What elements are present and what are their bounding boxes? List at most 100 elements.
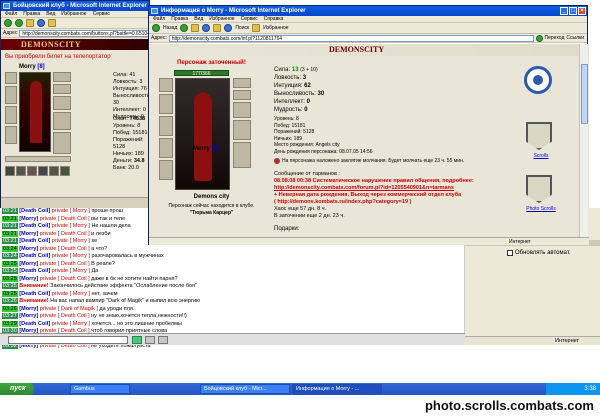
equip-slot[interactable] xyxy=(53,132,71,154)
inventory-item[interactable] xyxy=(16,166,26,176)
message-link2[interactable]: ( http://demons.kombats.ru/index.php?cat… xyxy=(274,199,509,206)
chat-sender[interactable]: Внимание! xyxy=(19,298,48,304)
equip-slot[interactable] xyxy=(233,142,251,168)
refresh-icon[interactable] xyxy=(202,24,211,32)
photo-scrolls-link[interactable]: Photo Scrolls xyxy=(519,206,563,212)
equip-slot[interactable] xyxy=(53,84,71,94)
left-menu-favorites[interactable]: Избранное xyxy=(61,11,86,17)
chat-sender[interactable]: [Death Coil] xyxy=(19,223,50,229)
equip-slot[interactable] xyxy=(53,72,71,82)
inventory-item[interactable] xyxy=(60,166,70,176)
left-avatar[interactable] xyxy=(19,72,51,152)
taskbar-item-info[interactable]: Информация о Morry - ... xyxy=(292,384,382,394)
chat-sender[interactable]: [Morry] xyxy=(19,231,38,237)
chat-sender[interactable]: [Death Coil] xyxy=(19,291,50,297)
chat-sender[interactable]: [Death Coil] xyxy=(19,321,50,327)
send-icon[interactable] xyxy=(132,336,142,344)
chat-sender[interactable]: [Morry] xyxy=(19,261,38,267)
equip-slot[interactable] xyxy=(5,126,17,144)
chat-sender[interactable]: [Death Coil] xyxy=(19,268,50,274)
scroll-thumb[interactable] xyxy=(581,64,588,124)
equip-slot[interactable] xyxy=(233,120,251,140)
maximize-button[interactable]: □ xyxy=(569,7,577,15)
go-button[interactable]: Переход xyxy=(545,35,565,41)
auto-refresh-checkbox[interactable] xyxy=(507,250,513,256)
chat-private[interactable]: private [ Morry ] xyxy=(52,223,90,229)
left-char-name[interactable]: Morry [8] xyxy=(19,64,45,70)
home-icon[interactable] xyxy=(213,24,222,32)
scrolls-shield-icon[interactable] xyxy=(526,122,552,150)
inventory-item[interactable] xyxy=(49,166,59,176)
search-label[interactable]: Поиск xyxy=(235,25,249,31)
chat-private[interactable]: private [ Morry ] xyxy=(52,291,90,297)
equip-slot[interactable] xyxy=(5,72,17,84)
photo-scrolls-shield-icon[interactable] xyxy=(526,175,552,203)
equip-slot[interactable] xyxy=(159,94,173,114)
chat-private[interactable]: private [ Morry ] xyxy=(52,321,90,327)
chat-sender[interactable]: [Death Coil] xyxy=(19,253,50,259)
info-address-input[interactable]: http://demonscity.combats.com/inf.pl?112… xyxy=(168,34,534,42)
info-menu-file[interactable]: Файл xyxy=(153,16,165,22)
filter-icon[interactable] xyxy=(158,336,168,344)
equip-slot[interactable] xyxy=(233,90,251,100)
search-icon[interactable] xyxy=(224,24,233,32)
chat-private[interactable]: private [ Death Coil ] xyxy=(40,261,90,267)
back-icon[interactable] xyxy=(4,19,12,27)
start-button[interactable]: пуск xyxy=(0,383,34,395)
refresh-icon[interactable] xyxy=(37,19,45,27)
links-label[interactable]: Ссылки xyxy=(566,35,587,41)
chat-private[interactable]: private [ Death Coil ] xyxy=(40,313,90,319)
chat-private[interactable]: private [ Death Coil ] xyxy=(40,276,90,282)
equip-slot[interactable] xyxy=(53,96,71,110)
equip-slot[interactable] xyxy=(159,78,173,92)
equip-slot[interactable] xyxy=(5,106,17,124)
scrolls-link[interactable]: Scrolls xyxy=(524,153,558,159)
left-address-input[interactable]: http://demonscity.combats.com/buttons.pl… xyxy=(19,29,149,37)
chat-private[interactable]: private [ Dark of Magik ] xyxy=(40,306,98,312)
equip-slot[interactable] xyxy=(159,138,173,158)
equip-slot[interactable] xyxy=(233,78,251,88)
inventory-item[interactable] xyxy=(5,166,15,176)
chat-private[interactable]: private [ Death Coil ] xyxy=(40,246,90,252)
chat-input[interactable] xyxy=(8,336,128,344)
chat-sender[interactable]: Внимание! xyxy=(19,283,48,289)
equip-slot[interactable] xyxy=(159,160,173,180)
forward-icon[interactable] xyxy=(15,19,23,27)
close-button[interactable]: × xyxy=(578,7,586,15)
chat-sender[interactable]: [Morry] xyxy=(19,216,38,222)
equip-slot[interactable] xyxy=(53,112,71,130)
taskbar-item-combat-club[interactable]: Бойцовский клуб - Micr... xyxy=(200,384,290,394)
info-menu-favorites[interactable]: Избранное xyxy=(209,16,234,22)
clock[interactable]: 3:38 xyxy=(584,386,596,392)
auto-refresh[interactable]: Обновлять автомат. xyxy=(507,250,571,256)
chat-private[interactable]: private [ Death Coil ] xyxy=(40,216,90,222)
info-menu-help[interactable]: Справка xyxy=(264,16,284,22)
chat-sender[interactable]: [Morry] xyxy=(19,276,38,282)
message-link[interactable]: http://demonscity.combats.com/forum.pl?i… xyxy=(274,185,454,191)
chat-private[interactable]: private [ Morry ] xyxy=(52,208,90,214)
inventory-item[interactable] xyxy=(27,166,37,176)
forward-icon[interactable] xyxy=(180,24,189,32)
belt-row[interactable] xyxy=(5,156,71,162)
info-menu-edit[interactable]: Правка xyxy=(171,16,188,22)
chat-private[interactable]: private [ Morry ] xyxy=(52,238,90,244)
clan-emblem-icon[interactable] xyxy=(524,66,552,94)
chat-sender[interactable]: [Morry] xyxy=(19,306,38,312)
stop-icon[interactable] xyxy=(191,24,200,32)
left-menu-file[interactable]: Файл xyxy=(5,11,17,17)
back-icon[interactable] xyxy=(152,24,160,32)
chat-sender[interactable]: [Death Coil] xyxy=(19,238,50,244)
equip-slot[interactable] xyxy=(233,102,251,118)
chat-sender[interactable]: [Death Coil] xyxy=(19,208,50,214)
chat-private[interactable]: private [ Morry ] xyxy=(52,268,90,274)
favorites-label[interactable]: Избранное xyxy=(263,25,288,31)
equip-slot[interactable] xyxy=(159,116,173,136)
stop-icon[interactable] xyxy=(26,19,34,27)
equip-slot[interactable] xyxy=(5,86,17,104)
taskbar-item-gambus[interactable]: Gambus xyxy=(70,384,130,394)
left-menu-tools[interactable]: Сервис xyxy=(93,11,110,17)
chat-sender[interactable]: [Morry] xyxy=(19,313,38,319)
info-char-name[interactable]: Morry [8] xyxy=(193,146,219,152)
home-icon[interactable] xyxy=(48,19,56,27)
left-menu-view[interactable]: Вид xyxy=(46,11,55,17)
